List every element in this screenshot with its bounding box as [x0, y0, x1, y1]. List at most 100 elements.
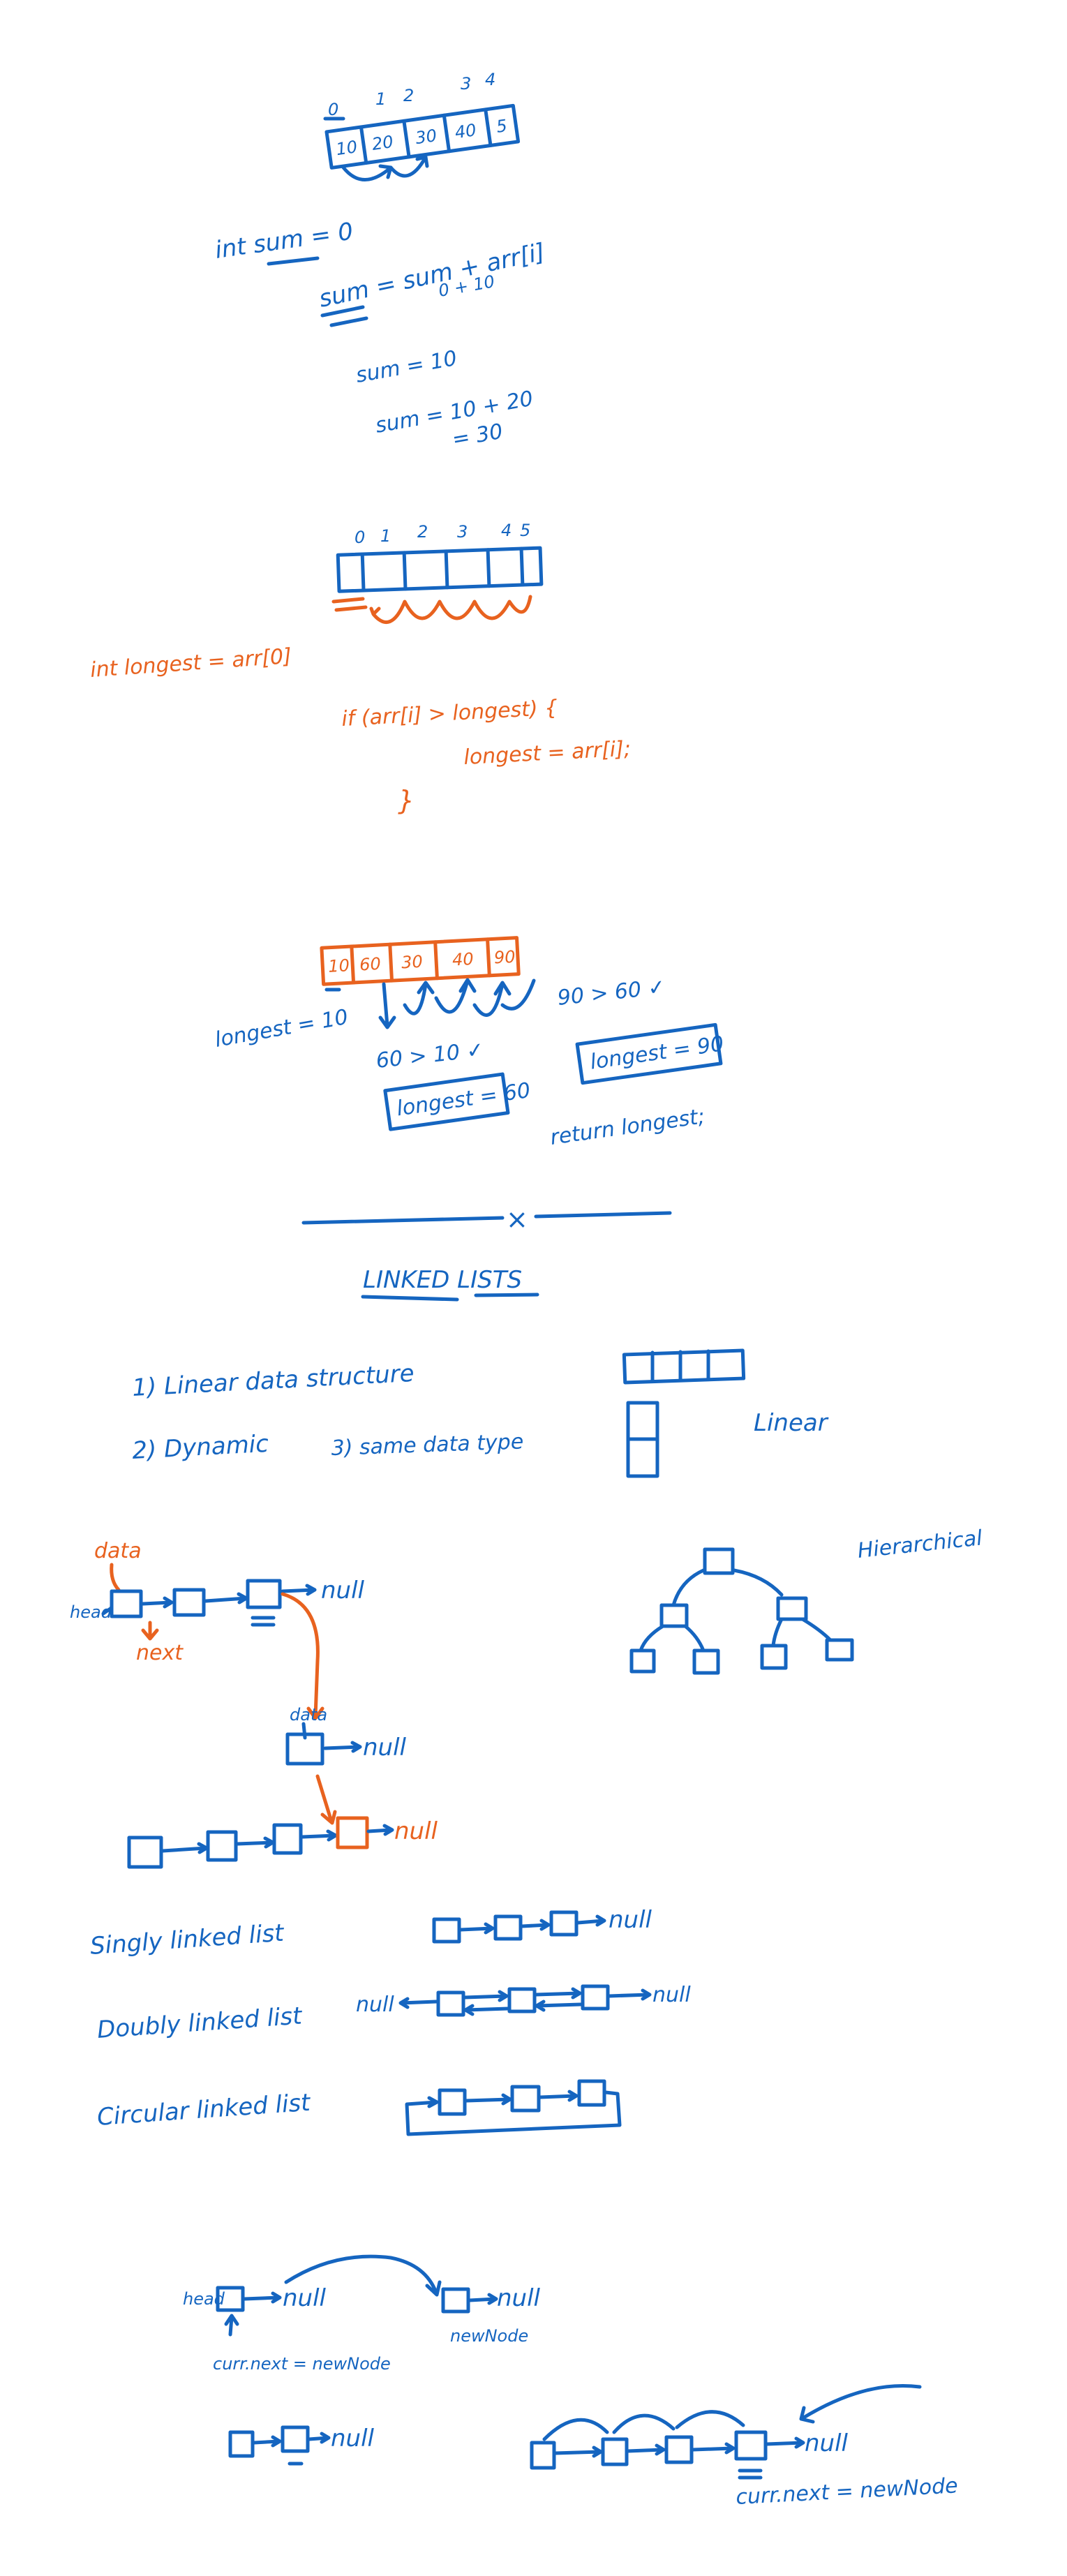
index-label: 3	[461, 74, 471, 94]
cell-divider	[388, 942, 394, 983]
next-arrow	[141, 1621, 159, 1641]
compare-arrow	[472, 981, 512, 1017]
index-label: 4	[501, 521, 512, 540]
cell-divider	[486, 937, 491, 978]
linear-label: Linear	[754, 1409, 829, 1437]
list-node	[436, 1990, 465, 2017]
longest-trace-section: 10 60 30 40 90 longest = 10 60 > 10 ✓ lo…	[213, 936, 725, 1150]
longest-start: longest = 10	[213, 1005, 350, 1052]
tree-edge	[639, 1624, 665, 1653]
property-item: 2) Dynamic	[131, 1430, 269, 1465]
link-arrow	[553, 2445, 603, 2458]
link-arrow	[161, 1842, 209, 1854]
list-node	[432, 1917, 461, 1944]
cell-divider	[402, 119, 411, 159]
list-node	[172, 1588, 206, 1617]
null-label: null	[283, 2284, 327, 2312]
link-arrow	[281, 1584, 317, 1596]
link-arrow	[366, 1824, 394, 1836]
tree-node	[776, 1596, 808, 1621]
null-label: null	[394, 1817, 438, 1845]
insert-data-label: data	[290, 1705, 327, 1725]
traversal-drawing: null curr.next = newNode	[530, 2383, 959, 2510]
link-arrow	[252, 2435, 282, 2448]
back-arrow	[535, 2000, 583, 2012]
tree-node	[692, 1648, 720, 1675]
linear-horizontal-shape	[622, 1348, 746, 1385]
list-node	[493, 1914, 523, 1941]
null-label: null	[497, 2284, 541, 2312]
pointer-arrow	[224, 2314, 239, 2337]
compare-arrow	[378, 982, 396, 1029]
null-label: null	[805, 2429, 849, 2457]
shape-outline	[622, 1348, 746, 1385]
assignment: curr.next = newNode	[736, 2473, 959, 2510]
null-label: null	[321, 1577, 365, 1605]
longest-box: longest = 60	[383, 1072, 532, 1131]
pointer-arrow	[799, 2383, 922, 2424]
array-cell: 40	[454, 120, 477, 142]
data-label: data	[94, 1539, 142, 1563]
list-node	[549, 1910, 579, 1937]
hierarchical-label: Hierarchical	[856, 1526, 984, 1563]
link-arrow	[300, 1829, 338, 1842]
sum-init: int sum = 0	[214, 218, 355, 265]
cell-divider	[486, 548, 491, 588]
section-divider: ×	[301, 1204, 672, 1235]
index-label: 0	[355, 528, 365, 547]
null-label: null	[356, 1993, 394, 2017]
cell-divider	[444, 549, 449, 590]
compare-step: 60 > 10 ✓	[375, 1038, 485, 1073]
return-statement: return longest;	[549, 1104, 706, 1150]
link-arrow	[765, 2436, 805, 2449]
index-label: 2	[417, 522, 428, 542]
link-arrow	[458, 1922, 495, 1935]
list-type-label: Singly linked list	[89, 1919, 286, 1960]
index-label: 1	[380, 526, 391, 546]
null-label: null	[652, 1983, 691, 2007]
index-label: 0	[328, 100, 338, 119]
compare-arrow	[434, 978, 477, 1014]
traversal-arc	[612, 2413, 676, 2434]
section-heading: LINKED LISTS	[363, 1266, 522, 1294]
array-outline	[336, 546, 544, 593]
tree-edge	[732, 1568, 784, 1597]
tree-node	[760, 1644, 788, 1670]
link-arrow	[307, 2432, 331, 2444]
compare-step: 90 > 60 ✓	[556, 975, 666, 1011]
assign-line: longest = arr[i];	[463, 736, 632, 769]
list-node	[281, 2425, 310, 2453]
cell-divider	[360, 552, 366, 593]
back-arrow	[398, 1997, 438, 2009]
divider-line	[534, 1211, 672, 1219]
link-arrow	[464, 2093, 512, 2106]
tree-node	[659, 1603, 689, 1628]
list-node	[507, 1987, 537, 2013]
longest-section: 0 1 2 3 4 5 int longest = arr[0] if (arr…	[89, 521, 632, 816]
sum-result: = 30	[450, 419, 505, 452]
singly-list-drawing: null	[432, 1906, 652, 1944]
list-node	[272, 1823, 303, 1855]
link-arrow	[538, 2090, 579, 2102]
cell-divider	[402, 551, 408, 591]
heading-underline	[361, 1295, 459, 1302]
null-label: null	[331, 2425, 375, 2452]
next-label: next	[136, 1641, 184, 1665]
tree-node	[825, 1638, 854, 1662]
traversal-arc	[542, 2418, 609, 2441]
link-arrow	[468, 2293, 498, 2305]
null-label: null	[363, 1734, 407, 1762]
result-arrow	[315, 1774, 337, 1825]
link-arrow	[204, 1592, 248, 1605]
pointer-arrow	[110, 1563, 121, 1592]
array-cell: 5	[495, 116, 508, 137]
list-node	[246, 1579, 282, 1609]
list-node	[581, 1984, 610, 2011]
link-arrow	[607, 1988, 652, 2001]
link-arrow	[463, 1990, 509, 2002]
sum-array-section: 0 1 2 3 4 10 20 30 40 5 int sum = 0 sum …	[214, 70, 548, 452]
tree-node	[703, 1547, 735, 1575]
property-item: 3) same data type	[331, 1429, 524, 1461]
divider-mark: ×	[506, 1204, 528, 1235]
array-cell: 30	[401, 952, 423, 973]
